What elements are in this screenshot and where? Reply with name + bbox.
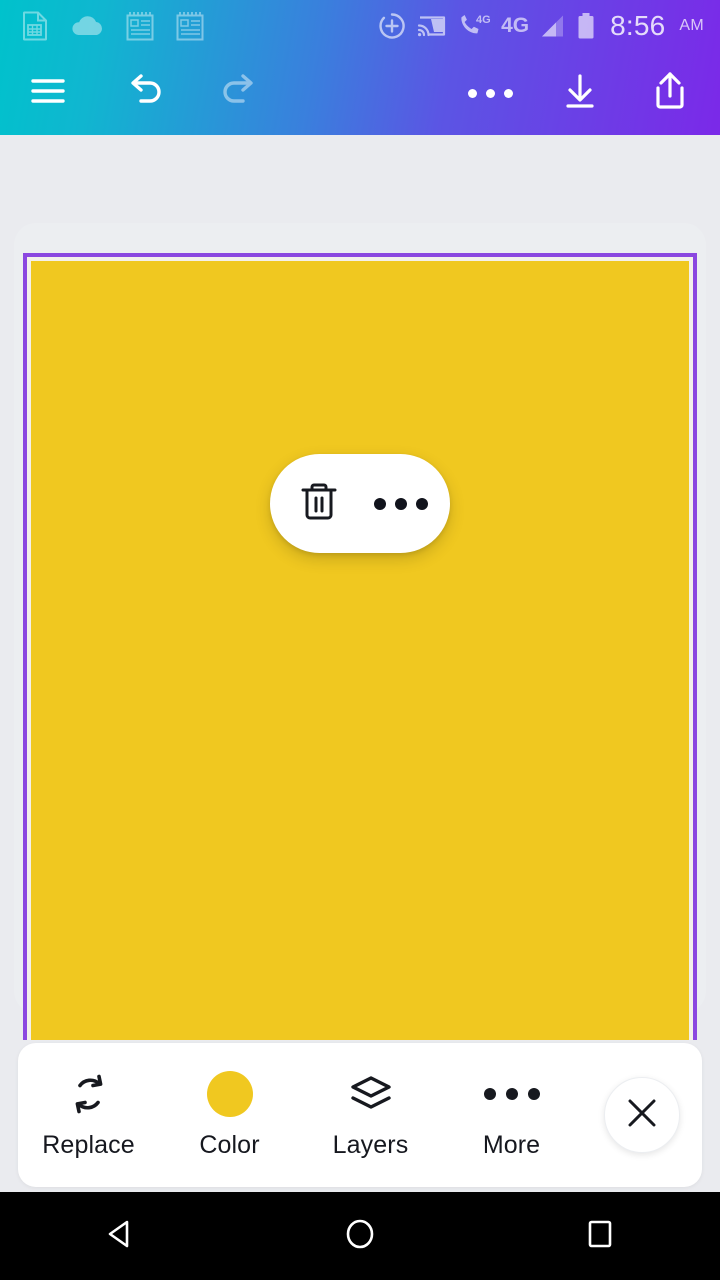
canva-editor-screen: 4G 4G 8:56 AM Replace Color Layers More — [0, 0, 720, 1280]
replace-icon — [66, 1072, 112, 1116]
bottom-more-button[interactable]: More — [441, 1043, 582, 1187]
nav-back-button[interactable] — [60, 1192, 180, 1280]
nav-home-button[interactable] — [300, 1192, 420, 1280]
volte-call-icon: 4G — [458, 12, 490, 40]
download-button[interactable] — [546, 60, 614, 128]
status-bar-notifications — [22, 11, 204, 41]
undo-button[interactable] — [112, 60, 180, 128]
status-bar-clock: 8:56 — [610, 10, 666, 41]
status-bar: 4G 4G 8:56 AM — [0, 0, 720, 52]
spreadsheet-notification-icon — [22, 11, 48, 41]
toolbar-more-button[interactable] — [456, 60, 524, 128]
android-nav-bar — [0, 1192, 720, 1280]
share-button[interactable] — [636, 60, 704, 128]
undo-icon — [124, 71, 168, 116]
close-button-wrap — [582, 1043, 702, 1187]
replace-button[interactable]: Replace — [18, 1043, 159, 1187]
signal-bars-icon — [540, 13, 566, 39]
recents-square-icon — [583, 1217, 617, 1256]
battery-icon — [577, 12, 595, 40]
nav-recents-button[interactable] — [540, 1192, 660, 1280]
color-label: Color — [199, 1131, 260, 1159]
hamburger-menu-button[interactable] — [14, 60, 82, 128]
network-type-label: 4G — [501, 14, 530, 37]
svg-text:4G: 4G — [476, 14, 490, 26]
editor-toolbar — [0, 52, 720, 135]
more-dots-icon — [374, 497, 428, 510]
status-bar-ampm: AM — [679, 17, 704, 34]
yellow-shape-element[interactable] — [31, 261, 689, 1040]
layers-button[interactable]: Layers — [300, 1043, 441, 1187]
status-bar-system-icons: 4G 4G 8:56 AM — [378, 10, 704, 42]
color-button[interactable]: Color — [159, 1043, 300, 1187]
color-swatch-icon — [206, 1071, 253, 1117]
trash-icon — [297, 478, 341, 529]
element-action-bar: Replace Color Layers More — [18, 1043, 702, 1187]
sync-add-icon — [378, 12, 406, 40]
home-circle-icon — [343, 1217, 377, 1256]
notepad-notification-icon — [126, 11, 154, 41]
more-dots-icon — [467, 89, 513, 98]
back-triangle-icon — [103, 1217, 137, 1256]
download-icon — [558, 69, 602, 118]
layers-label: Layers — [332, 1131, 409, 1159]
redo-button[interactable] — [204, 60, 272, 128]
replace-label: Replace — [42, 1131, 135, 1159]
hamburger-menu-icon — [28, 75, 68, 112]
selected-element-frame[interactable] — [23, 253, 697, 1040]
top-gradient-bar: 4G 4G 8:56 AM — [0, 0, 720, 135]
design-canvas-area[interactable] — [0, 135, 720, 1040]
delete-element-button[interactable] — [288, 473, 350, 535]
more-dots-icon — [483, 1072, 540, 1116]
close-icon — [625, 1096, 659, 1135]
share-upload-icon — [648, 68, 692, 119]
more-label: More — [482, 1131, 541, 1159]
cloud-notification-icon — [70, 14, 104, 38]
notepad-notification-icon-2 — [176, 11, 204, 41]
layers-icon — [347, 1072, 395, 1116]
redo-icon — [216, 71, 260, 116]
element-context-popup — [270, 454, 450, 553]
element-more-button[interactable] — [370, 473, 432, 535]
cast-icon — [417, 13, 447, 39]
close-button[interactable] — [604, 1077, 680, 1153]
